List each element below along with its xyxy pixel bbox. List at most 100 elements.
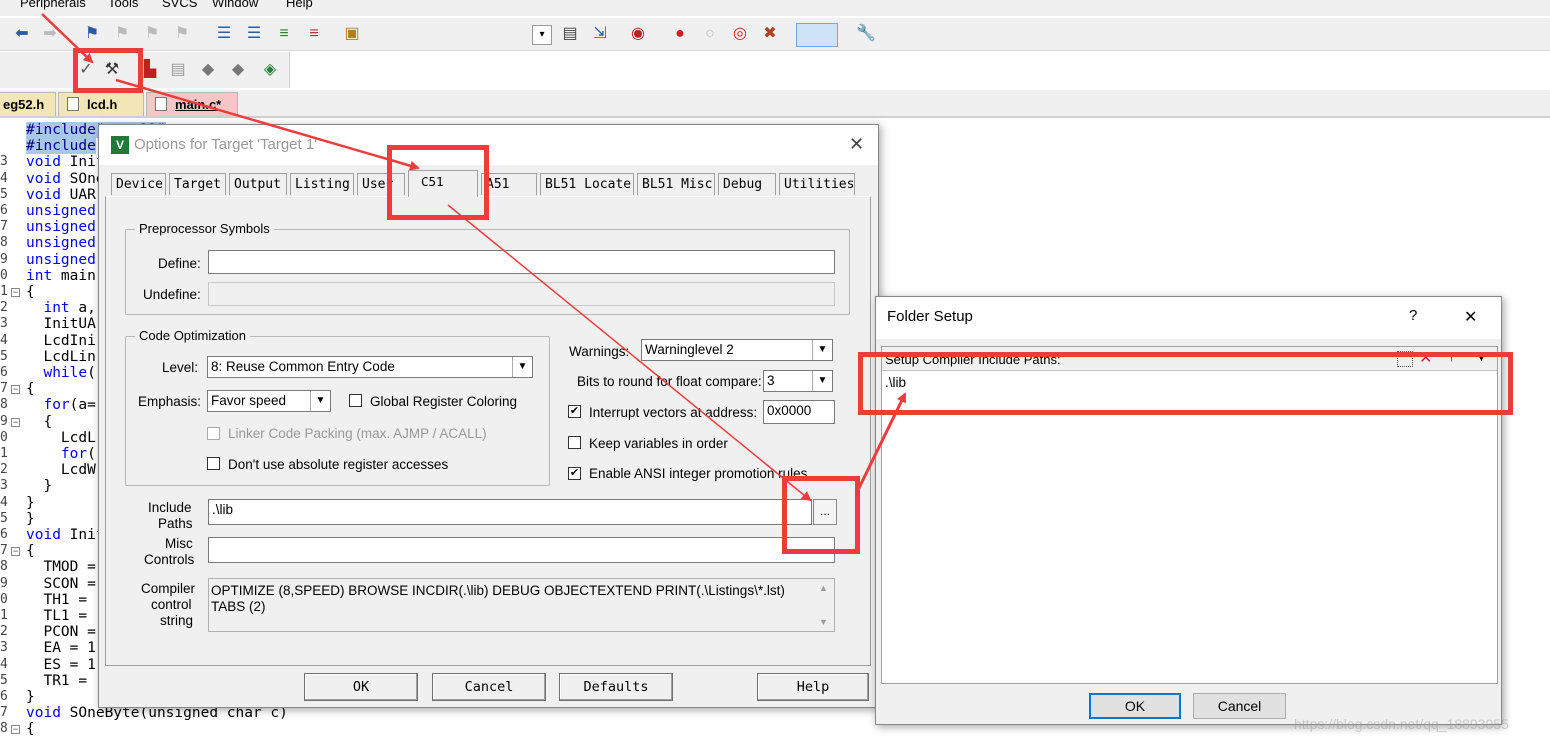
misc-controls-input[interactable] [208,537,835,563]
menu-help[interactable]: Help [286,0,313,10]
breakpoint-kill-all-icon[interactable]: ✖ [760,24,780,44]
tab-bl51-misc[interactable]: BL51 Misc [637,173,715,195]
folder-cancel-button[interactable]: Cancel [1193,693,1286,719]
comment-icon[interactable]: ≡ [274,24,294,44]
line-number: 2 [0,624,8,640]
back-arrow-icon[interactable]: ⬅ [12,24,32,44]
scroll-up-icon[interactable]: ▲ [819,583,828,593]
keep-variables-checkbox[interactable] [568,436,581,449]
code-keyword: unsigned [26,251,96,268]
pack-installer-icon[interactable]: ◆ [198,60,218,80]
interrupt-address-input[interactable]: 0x0000 [763,400,835,424]
forward-arrow-icon[interactable]: ➡ [40,24,60,44]
find-dropdown[interactable]: ▾ [532,25,552,45]
find-files-icon[interactable]: ▤ [560,24,580,44]
folder-setup-title: Folder Setup [887,308,973,325]
menu-svcs[interactable]: SVCS [162,0,197,10]
tab-listing[interactable]: Listing [290,173,354,195]
menu-peripherals[interactable]: Peripherals [20,0,86,10]
code-text: LcdL [26,429,96,446]
define-input[interactable] [208,250,835,274]
help-button[interactable]: Help [757,673,869,701]
warnings-select[interactable]: Warninglevel 2 ▼ [641,339,833,361]
tab-target[interactable]: Target [169,173,226,195]
code-text: LcdIni [26,332,96,349]
indent-icon[interactable]: ☰ [214,24,234,44]
tab-a51[interactable]: A51 [481,173,537,195]
line-number: 0 [0,429,8,445]
interrupt-vectors-checkbox[interactable]: ✔ [568,405,581,418]
open-folder-icon[interactable]: ▣ [342,24,362,44]
tab-debug[interactable]: Debug [718,173,776,195]
line-number: 5 [0,672,8,688]
tab-c51[interactable]: C51 [408,170,478,197]
code-keyword: while [26,365,88,381]
scroll-down-icon[interactable]: ▼ [819,617,828,627]
fold-toggle-icon[interactable]: − [11,725,20,735]
breakpoint-disable-icon[interactable]: ○ [700,24,720,44]
emphasis-select[interactable]: Favor speed ▼ [207,390,331,412]
fold-toggle-icon[interactable]: − [11,288,20,297]
select-packs-icon[interactable]: ▤ [168,60,188,80]
breakpoint-icon[interactable]: ● [670,24,690,44]
preprocessor-group-label: Preprocessor Symbols [135,221,274,236]
code-text: ( [87,365,96,381]
code-line: unsigned [26,252,96,268]
breakpoint-kill-icon[interactable]: ◎ [730,24,750,44]
tab-device[interactable]: Device [111,173,166,195]
line-number: 9 [0,251,8,267]
defaults-button[interactable]: Defaults [559,673,673,701]
menu-window[interactable]: Window [212,0,258,10]
code-keyword: unsigned [26,219,96,236]
folder-ok-button[interactable]: OK [1089,693,1181,719]
float-compare-value: 3 [767,373,775,388]
bookmark-next-icon[interactable]: ⚑ [142,24,162,44]
global-register-checkbox[interactable] [349,394,362,407]
code-line: int main [26,268,96,284]
file-tab-reg52[interactable]: eg52.h [0,92,56,116]
warnings-value: Warninglevel 2 [645,342,734,357]
cancel-button[interactable]: Cancel [432,673,546,701]
configure-wrench-icon[interactable]: 🔧 [856,24,876,44]
file-tab-main[interactable]: main.c* [146,92,238,116]
run-time-env-icon[interactable]: ◈ [260,60,280,80]
no-abs-register-checkbox[interactable] [207,457,220,470]
compiler-string-line-2: TABS (2) [211,599,266,614]
level-select[interactable]: 8: Reuse Common Entry Code ▼ [207,356,533,378]
bookmark-prev-icon[interactable]: ⚑ [112,24,132,44]
tab-bl51-locate[interactable]: BL51 Locate [540,173,634,195]
ansi-promotion-checkbox[interactable]: ✔ [568,467,581,480]
tab-utilities[interactable]: Utilities [779,173,855,195]
chevron-down-icon: ▼ [310,391,330,411]
include-paths-input[interactable]: .\lib [208,499,812,525]
menu-tools[interactable]: Tools [108,0,138,10]
tab-output[interactable]: Output [229,173,287,195]
close-icon[interactable]: ✕ [1464,307,1477,327]
uncomment-icon[interactable]: ≡ [304,24,324,44]
fold-toggle-icon[interactable]: − [11,417,20,427]
float-compare-select[interactable]: 3 ▼ [763,370,833,392]
line-number: 9 [0,575,8,591]
bookmark-clear-icon[interactable]: ⚑ [172,24,192,44]
manage-components-icon[interactable]: ◆ [228,60,248,80]
manage-project-icon[interactable]: ▙ [140,60,160,80]
code-text: LcdW [26,462,96,479]
incremental-find-icon[interactable]: ⇲ [590,24,610,44]
code-text: } [26,510,35,527]
bookmark-icon[interactable]: ⚑ [82,24,102,44]
fold-toggle-icon[interactable]: − [11,385,20,395]
ok-button[interactable]: OK [304,673,418,701]
code-line: #include [26,138,96,155]
window-layout-button[interactable] [796,23,838,47]
code-text: PCON = [26,624,96,641]
code-line: LcdLin [26,349,95,365]
help-icon[interactable]: ? [1409,307,1417,324]
undefine-input [208,282,835,306]
debug-start-icon[interactable]: ◉ [628,24,648,44]
annotation-box-include-path [858,352,1513,415]
unindent-icon[interactable]: ☰ [244,24,264,44]
line-number: 2 [0,300,8,316]
close-icon[interactable]: ✕ [849,134,864,155]
file-tab-lcd[interactable]: lcd.h [58,92,144,116]
fold-toggle-icon[interactable]: − [11,547,20,557]
